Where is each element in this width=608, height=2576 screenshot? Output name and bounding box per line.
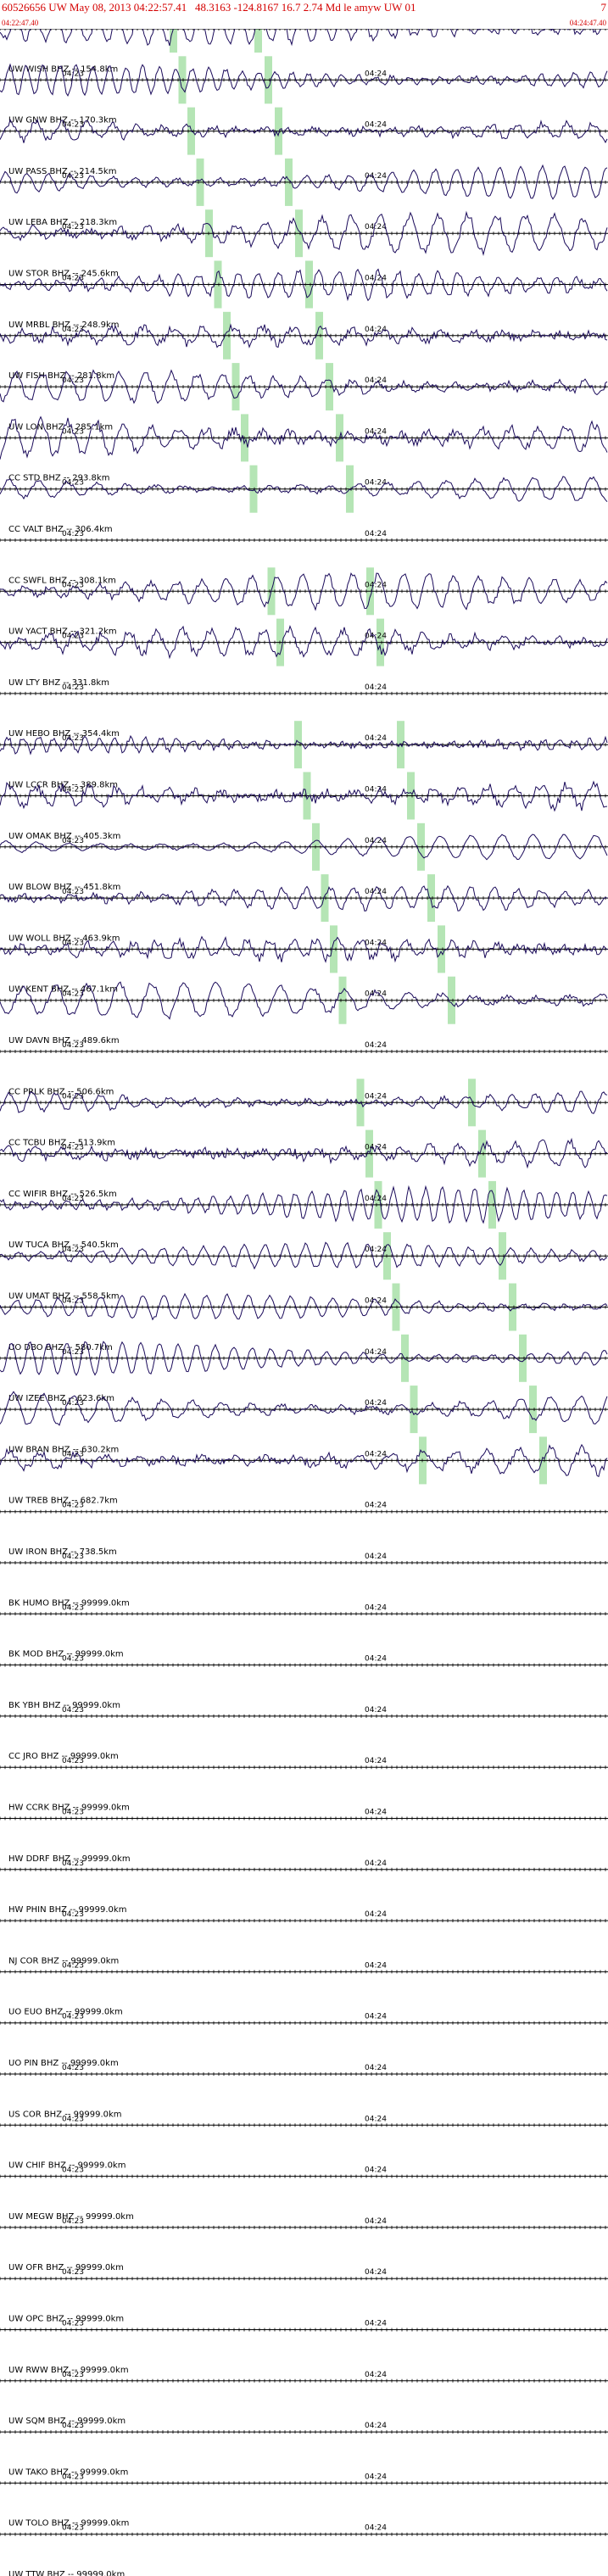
minute-label: 04:24 xyxy=(365,2217,387,2226)
minute-label: 04:23 xyxy=(62,1246,84,1254)
minute-label: 04:23 xyxy=(62,2268,84,2277)
minute-label: 04:23 xyxy=(62,888,84,896)
end-time: 04:24:47.40 xyxy=(569,19,606,27)
minute-label: 04:23 xyxy=(62,1655,84,1664)
minute-label: 04:24 xyxy=(365,2013,387,2021)
minute-label: 04:23 xyxy=(62,2115,84,2123)
record-header: 60526656 UW May 08, 2013 04:22:57.41 48.… xyxy=(0,0,608,29)
minute-label: 04:24 xyxy=(365,1961,387,1970)
station-label: UW TTW BHZ -- 99999.0km xyxy=(8,2570,125,2576)
start-time: 04:22:47.40 xyxy=(2,19,39,27)
station-label: UW LON BHZ -- 285.1km xyxy=(8,422,113,432)
minute-label: 04:24 xyxy=(365,1450,387,1458)
minute-label: 04:23 xyxy=(62,1961,84,1970)
minute-label: 04:23 xyxy=(62,2166,84,2175)
minute-label: 04:23 xyxy=(62,2320,84,2328)
minute-label: 04:24 xyxy=(365,1502,387,1510)
minute-label: 04:24 xyxy=(365,2268,387,2277)
minute-label: 04:24 xyxy=(365,1092,387,1101)
page-number: 7 xyxy=(600,1,607,14)
minute-label: 04:24 xyxy=(365,1706,387,1715)
minute-label: 04:23 xyxy=(62,530,84,538)
station-label: UO DBO BHZ -- 580.7km xyxy=(8,1343,113,1352)
minute-label: 04:23 xyxy=(62,223,84,231)
minute-label: 04:24 xyxy=(365,734,387,743)
minute-label: 04:24 xyxy=(365,1603,387,1612)
station-label: CC VALT BHZ -- 306.4km xyxy=(8,525,113,534)
minute-label: 04:24 xyxy=(365,2473,387,2481)
minute-label: 04:24 xyxy=(365,2524,387,2533)
minute-label: 04:24 xyxy=(365,2422,387,2430)
minute-label: 04:23 xyxy=(62,2013,84,2021)
minute-label: 04:24 xyxy=(365,1041,387,1050)
minute-label: 04:23 xyxy=(62,326,84,334)
minute-label: 04:23 xyxy=(62,1706,84,1715)
minute-label: 04:23 xyxy=(62,479,84,488)
minute-label: 04:24 xyxy=(365,786,387,795)
minute-label: 04:23 xyxy=(62,1399,84,1408)
minute-label: 04:23 xyxy=(62,1553,84,1561)
minute-label: 04:24 xyxy=(365,1553,387,1561)
minute-label: 04:23 xyxy=(62,2473,84,2481)
minute-label: 04:23 xyxy=(62,1502,84,1510)
minute-label: 04:23 xyxy=(62,1910,84,1919)
minute-label: 04:24 xyxy=(365,2115,387,2123)
minute-label: 04:23 xyxy=(62,2064,84,2072)
minute-label: 04:24 xyxy=(365,2064,387,2072)
minute-label: 04:24 xyxy=(365,2320,387,2328)
station-label: UW LTY BHZ -- 331.8km xyxy=(8,678,109,688)
minute-label: 04:24 xyxy=(365,479,387,488)
station-label: CC STD BHZ -- 293.8km xyxy=(8,474,109,483)
minute-label: 04:24 xyxy=(365,939,387,947)
minute-label: 04:24 xyxy=(365,2371,387,2379)
minute-label: 04:24 xyxy=(365,1348,387,1357)
minute-label: 04:23 xyxy=(62,939,84,947)
minute-label: 04:24 xyxy=(365,1399,387,1408)
minute-label: 04:24 xyxy=(365,1809,387,1817)
minute-label: 04:24 xyxy=(365,1757,387,1765)
event-title: 60526656 UW May 08, 2013 04:22:57.41 48.… xyxy=(2,1,416,14)
minute-label: 04:24 xyxy=(365,1297,387,1306)
minute-label: 04:24 xyxy=(365,1910,387,1919)
minute-label: 04:23 xyxy=(62,1041,84,1050)
minute-label: 04:23 xyxy=(62,786,84,795)
seismogram-plot: 04:2304:24UW WISH BHZ -- 154.8km04:2304:… xyxy=(0,5,608,2576)
minute-label: 04:24 xyxy=(365,1195,387,1203)
minute-label: 04:24 xyxy=(365,683,387,692)
minute-label: 04:23 xyxy=(62,683,84,692)
minute-label: 04:23 xyxy=(62,1757,84,1765)
minute-label: 04:23 xyxy=(62,2422,84,2430)
minute-label: 04:24 xyxy=(365,121,387,130)
minute-label: 04:23 xyxy=(62,2371,84,2379)
minute-label: 04:24 xyxy=(365,376,387,385)
minute-label: 04:24 xyxy=(365,1655,387,1664)
minute-label: 04:23 xyxy=(62,2524,84,2533)
minute-label: 04:24 xyxy=(365,530,387,538)
minute-label: 04:24 xyxy=(365,1860,387,1868)
minute-label: 04:24 xyxy=(365,837,387,845)
minute-label: 04:24 xyxy=(365,2166,387,2175)
minute-label: 04:23 xyxy=(62,1860,84,1868)
minute-label: 04:23 xyxy=(62,1809,84,1817)
minute-label: 04:23 xyxy=(62,1603,84,1612)
minute-label: 04:24 xyxy=(365,223,387,231)
minute-label: 04:24 xyxy=(365,70,387,78)
minute-label: 04:23 xyxy=(62,1348,84,1357)
minute-label: 04:23 xyxy=(62,2217,84,2226)
